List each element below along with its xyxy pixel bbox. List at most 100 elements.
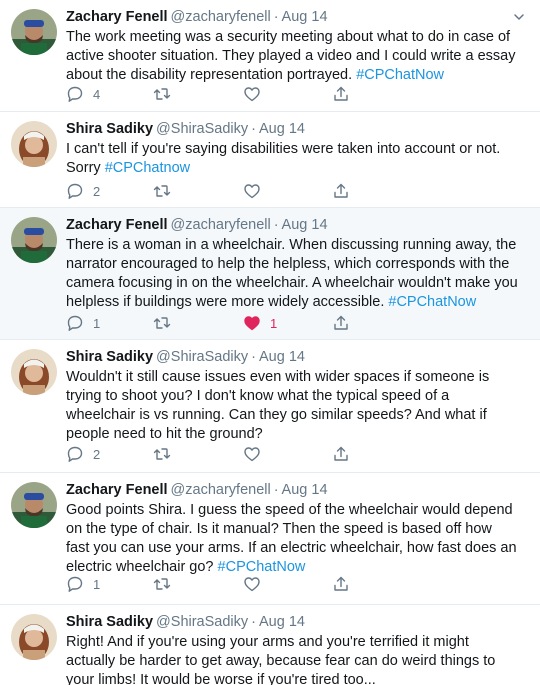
reply-button[interactable]: 4 [66,83,100,105]
retweet-button[interactable] [153,443,180,465]
tweet-actions: 1 [66,573,366,595]
hashtag-link[interactable]: #CPChatNow [388,294,476,310]
share-button[interactable] [332,312,350,334]
share-icon [334,315,348,330]
separator-dot: · [251,349,256,365]
like-button[interactable]: 1 [243,312,277,334]
tweet-body: Wouldn't it still cause issues even with… [66,369,490,442]
retweet-button[interactable] [153,573,180,595]
author-handle[interactable]: @zacharyfenell [171,217,271,233]
tweet-body: Right! And if you're using your arms and… [66,634,496,685]
retweet-icon [153,185,171,197]
tweet-date[interactable]: Aug 14 [259,121,305,137]
retweet-button[interactable] [153,180,180,202]
share-button[interactable] [332,573,350,595]
tweet-actions: 1 1 [66,312,366,334]
author-handle[interactable]: @ShiraSadiky [156,121,248,137]
tweet-date[interactable]: Aug 14 [282,217,328,233]
tweet-actions: 4 [66,83,366,105]
tweet-date[interactable]: Aug 14 [282,482,328,498]
reply-button[interactable]: 1 [66,573,100,595]
chevron-down-icon[interactable] [512,10,526,24]
author-name[interactable]: Zachary Fenell [66,482,168,498]
author-handle[interactable]: @zacharyfenell [171,482,271,498]
tweet-text: Wouldn't it still cause issues even with… [66,368,518,444]
reply-count: 1 [93,576,101,592]
share-icon [334,576,348,591]
retweet-icon [153,88,171,100]
heart-icon [244,316,260,331]
reply-icon [67,315,83,331]
tweet-body: The work meeting was a security meeting … [66,29,516,83]
reply-icon [67,183,83,199]
reply-icon [67,446,83,462]
hashtag-link[interactable]: #CPChatNow [356,67,444,83]
retweet-icon [153,578,171,590]
heart-icon [244,87,260,102]
reply-button[interactable]: 2 [66,180,100,202]
heart-icon [244,577,260,592]
tweet-text: Good points Shira. I guess the speed of … [66,501,518,577]
like-button[interactable] [243,443,270,465]
heart-icon [244,184,260,199]
separator-dot: · [273,9,279,25]
tweet-actions: 2 [66,443,366,465]
separator-dot: · [273,482,279,498]
avatar[interactable] [11,9,57,55]
reply-count: 1 [93,315,101,331]
like-button[interactable] [243,83,270,105]
share-button[interactable] [332,83,350,105]
tweet-date[interactable]: Aug 14 [259,349,305,365]
reply-count: 2 [93,183,101,199]
tweet-text: Right! And if you're using your arms and… [66,633,518,685]
hashtag-link[interactable]: #CPChatnow [105,160,190,176]
tweet-text: I can't tell if you're saying disabiliti… [66,140,518,178]
separator-dot: · [251,614,256,630]
tweet[interactable]: Shira Sadiky @ShiraSadiky · Aug 14 Wouldn't… [0,340,540,473]
avatar[interactable] [11,482,57,528]
reply-count: 4 [93,86,101,102]
tweet-date[interactable]: Aug 14 [259,614,305,630]
author-name[interactable]: Zachary Fenell [66,9,168,25]
tweet[interactable]: Shira Sadiky @ShiraSadiky · Aug 14 I can't … [0,112,540,208]
author-handle[interactable]: @ShiraSadiky [156,614,248,630]
reply-icon [67,86,83,102]
retweet-button[interactable] [153,83,180,105]
share-icon [334,183,348,198]
tweet-text: There is a woman in a wheelchair. When d… [66,236,518,312]
share-button[interactable] [332,443,350,465]
tweet-actions: 2 [66,180,366,202]
retweet-button[interactable] [153,312,180,334]
tweet[interactable]: Zachary Fenell @zacharyfenell · Aug 14 The … [0,0,540,112]
author-handle[interactable]: @zacharyfenell [171,9,271,25]
reply-count: 2 [93,446,101,462]
author-name[interactable]: Shira Sadiky [66,614,153,630]
author-handle[interactable]: @ShiraSadiky [156,349,248,365]
retweet-icon [153,317,171,329]
author-name[interactable]: Shira Sadiky [66,121,153,137]
share-icon [334,446,348,461]
separator-dot: · [251,121,256,137]
share-button[interactable] [332,180,350,202]
avatar[interactable] [11,217,57,263]
avatar[interactable] [11,614,57,660]
tweet-date[interactable]: Aug 14 [282,9,328,25]
like-count: 1 [270,315,278,331]
reply-icon [67,576,83,592]
author-name[interactable]: Zachary Fenell [66,217,168,233]
author-name[interactable]: Shira Sadiky [66,349,153,365]
like-button[interactable] [243,573,270,595]
tweet[interactable]: Zachary Fenell @zacharyfenell · Aug 14 Good… [0,473,540,605]
share-icon [334,86,348,101]
like-button[interactable] [243,180,270,202]
retweet-icon [153,448,171,460]
heart-icon [244,447,260,462]
separator-dot: · [273,217,279,233]
reply-button[interactable]: 1 [66,312,100,334]
tweet[interactable]: Zachary Fenell @zacharyfenell · Aug 14 Ther… [0,208,540,340]
reply-button[interactable]: 2 [66,443,100,465]
tweet[interactable]: Shira Sadiky @ShiraSadiky · Aug 14 Right! A… [0,605,540,685]
avatar[interactable] [11,121,57,167]
tweet-thread: Zachary Fenell @zacharyfenell · Aug 14 The … [0,0,540,685]
avatar[interactable] [11,349,57,395]
